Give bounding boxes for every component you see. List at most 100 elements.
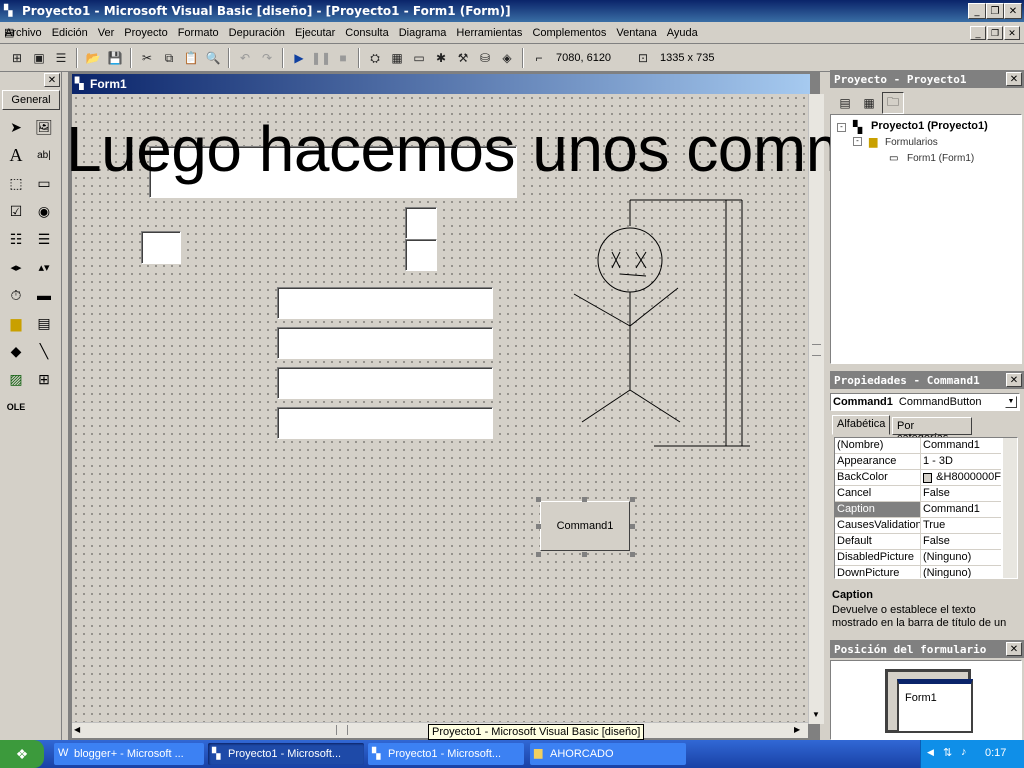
properties-scrollbar[interactable] — [1003, 438, 1017, 578]
menu-editor-icon[interactable]: ☰ — [50, 47, 72, 69]
forms-folder-node[interactable]: Formularios — [885, 137, 938, 148]
network-icon[interactable]: ⇅ — [943, 746, 952, 759]
menu-ver[interactable]: Ver — [93, 27, 120, 39]
object-selector-dropdown[interactable]: Command1 CommandButton ▼ — [830, 393, 1020, 411]
menu-depuracion[interactable]: Depuración — [224, 27, 290, 39]
save-icon[interactable]: 💾 — [104, 47, 126, 69]
start-icon[interactable]: ▶ — [288, 47, 310, 69]
document-icon[interactable]: ▤ — [4, 26, 14, 39]
project-explorer-icon[interactable]: ⛭ — [364, 47, 386, 69]
toolbox-close-button[interactable]: ✕ — [44, 73, 60, 87]
project-panel-close-button[interactable]: ✕ — [1006, 72, 1022, 86]
form-preview[interactable]: Form1 — [897, 679, 973, 733]
undo-icon[interactable]: ↶ — [234, 47, 256, 69]
ole-tool-icon[interactable]: OLE — [3, 394, 29, 420]
selection-handle[interactable] — [536, 497, 541, 502]
properties-window-icon[interactable]: ▦ — [386, 47, 408, 69]
menu-ventana[interactable]: Ventana — [611, 27, 661, 39]
cut-icon[interactable]: ✂ — [136, 47, 158, 69]
textbox-tool-icon[interactable]: ab| — [31, 142, 57, 168]
mdi-restore-button[interactable]: ❐ — [987, 26, 1003, 40]
pointer-tool-icon[interactable]: ➤ — [3, 114, 29, 140]
selection-handle[interactable] — [536, 524, 541, 529]
properties-panel-close-button[interactable]: ✕ — [1006, 373, 1022, 387]
toolbox-icon[interactable]: ⚒ — [452, 47, 474, 69]
add-form-icon[interactable]: ▣ — [28, 47, 50, 69]
taskbar-item-ahorcado[interactable]: ▆ AHORCADO — [530, 743, 686, 765]
hscrollbar-tool-icon[interactable]: ◂▸ — [3, 254, 29, 280]
object-browser-icon[interactable]: ✱ — [430, 47, 452, 69]
menu-herramientas[interactable]: Herramientas — [451, 27, 527, 39]
property-row[interactable]: Default False — [835, 534, 1001, 550]
picturebox-tool-icon[interactable]: 🖼 — [31, 114, 57, 140]
scroll-down-arrow-icon[interactable]: ▼ — [812, 710, 820, 719]
frame-tool-icon[interactable]: ⬚ — [3, 170, 29, 196]
chevron-down-icon[interactable]: ▼ — [1005, 396, 1017, 408]
mdi-minimize-button[interactable]: _ — [970, 26, 986, 40]
restore-button[interactable]: ❐ — [986, 3, 1004, 19]
textbox-control[interactable] — [277, 287, 493, 319]
scroll-thumb-grip[interactable] — [812, 344, 821, 356]
scroll-thumb-grip[interactable] — [336, 725, 348, 735]
toggle-folders-icon[interactable]: 🗀 — [882, 92, 904, 114]
tray-expand-icon[interactable]: ◀ — [927, 747, 934, 758]
optionbutton-tool-icon[interactable]: ◉ — [31, 198, 57, 224]
view-object-icon[interactable]: ▦ — [858, 92, 880, 114]
open-folder-icon[interactable]: 📂 — [82, 47, 104, 69]
data-tool-icon[interactable]: ⊞ — [31, 366, 57, 392]
tree-expander-icon[interactable]: - — [837, 123, 846, 132]
textbox-control[interactable] — [277, 327, 493, 359]
timer-tool-icon[interactable]: ⏱ — [3, 282, 29, 308]
toolbox-tab-general[interactable]: General — [2, 90, 60, 110]
designer-vertical-scrollbar[interactable]: ▼ — [808, 94, 824, 724]
copy-icon[interactable]: ⧉ — [158, 47, 180, 69]
filelistbox-tool-icon[interactable]: ▤ — [31, 310, 57, 336]
textbox-control[interactable] — [405, 207, 437, 239]
menu-formato[interactable]: Formato — [173, 27, 224, 39]
redo-icon[interactable]: ↷ — [256, 47, 278, 69]
textbox-control[interactable] — [141, 231, 181, 264]
paste-icon[interactable]: 📋 — [180, 47, 202, 69]
menu-ayuda[interactable]: Ayuda — [662, 27, 703, 39]
mdi-close-button[interactable]: ✕ — [1004, 26, 1020, 40]
form-layout-close-button[interactable]: ✕ — [1006, 642, 1022, 656]
selection-handle[interactable] — [536, 552, 541, 557]
menu-consulta[interactable]: Consulta — [340, 27, 393, 39]
menu-complementos[interactable]: Complementos — [527, 27, 611, 39]
property-row[interactable]: Cancel False — [835, 486, 1001, 502]
textbox-control[interactable] — [405, 239, 437, 271]
form-layout-icon[interactable]: ▭ — [408, 47, 430, 69]
property-row[interactable]: DownPicture (Ninguno) — [835, 566, 1001, 578]
start-button[interactable]: ❖ — [0, 740, 44, 768]
menu-ejecutar[interactable]: Ejecutar — [290, 27, 340, 39]
property-row[interactable]: BackColor &H8000000F — [835, 470, 1001, 486]
property-row[interactable]: Appearance 1 - 3D — [835, 454, 1001, 470]
commandbutton-tool-icon[interactable]: ▭ — [31, 170, 57, 196]
image-tool-icon[interactable]: ▨ — [3, 366, 29, 392]
shape-tool-icon[interactable]: ◆ — [3, 338, 29, 364]
textbox-control[interactable] — [277, 367, 493, 399]
add-project-icon[interactable]: ⊞ — [6, 47, 28, 69]
form1-node[interactable]: Form1 (Form1) — [907, 153, 974, 164]
pause-icon[interactable]: ❚❚ — [310, 47, 332, 69]
vscrollbar-tool-icon[interactable]: ▴▾ — [31, 254, 57, 280]
scroll-right-arrow-icon[interactable]: ▶ — [794, 725, 800, 734]
selection-handle[interactable] — [630, 552, 635, 557]
listbox-tool-icon[interactable]: ☰ — [31, 226, 57, 252]
form-body[interactable]: Command1 — [72, 94, 808, 724]
checkbox-tool-icon[interactable]: ☑ — [3, 198, 29, 224]
vb-app-icon[interactable]: ▚ — [4, 4, 12, 17]
selection-handle[interactable] — [630, 524, 635, 529]
textbox-control[interactable] — [277, 407, 493, 439]
property-row-selected[interactable]: Caption Command1 — [835, 502, 1001, 518]
scroll-left-arrow-icon[interactable]: ◀ — [74, 725, 80, 734]
clock[interactable]: 0:17 — [985, 747, 1006, 759]
stop-icon[interactable]: ■ — [332, 47, 354, 69]
tree-expander-icon[interactable]: - — [853, 137, 862, 146]
tab-alfabetica[interactable]: Alfabética — [832, 415, 890, 435]
find-icon[interactable]: 🔍 — [202, 47, 224, 69]
taskbar-item-vb[interactable]: ▚ Proyecto1 - Microsoft... — [368, 743, 524, 765]
selection-handle[interactable] — [582, 497, 587, 502]
property-row[interactable]: (Nombre) Command1 — [835, 438, 1001, 454]
property-row[interactable]: DisabledPicture (Ninguno) — [835, 550, 1001, 566]
